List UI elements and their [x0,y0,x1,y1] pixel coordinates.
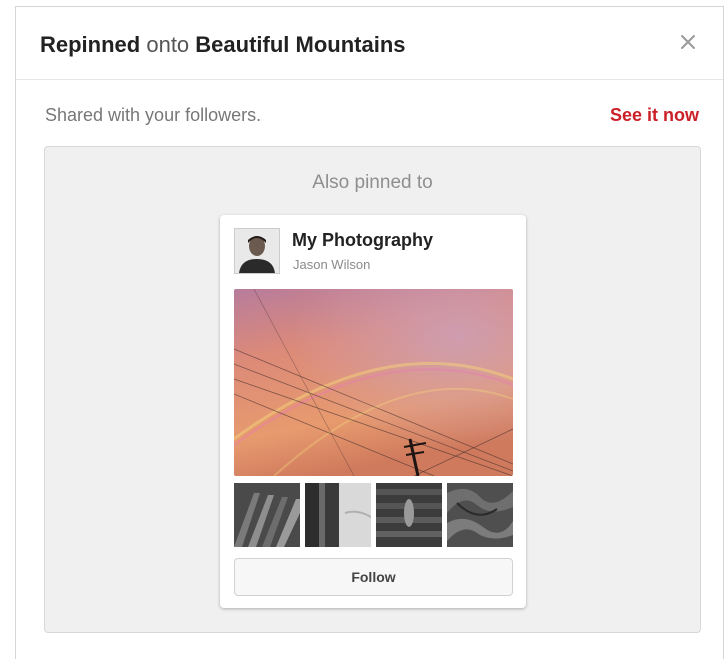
also-pinned-heading: Also pinned to [312,172,433,193]
close-icon[interactable] [675,29,701,55]
avatar-photo [235,229,279,273]
board-name[interactable]: My Photography [292,230,433,251]
close-button[interactable] [675,29,701,55]
board-thumbnail[interactable] [376,483,442,547]
avatar[interactable] [234,228,280,274]
thumbnail-photo [447,483,513,547]
board-card[interactable]: My Photography Jason Wilson Follow [220,215,526,608]
shared-status-row: Shared with your followers. See it now [16,80,723,148]
shared-message: Shared with your followers. [45,105,262,125]
modal-title-action: Repinned [40,32,141,57]
repin-confirmation-modal: Repinned onto Beautiful Mountains Shared… [15,6,724,659]
board-owner[interactable]: Jason Wilson [293,257,370,272]
follow-button[interactable]: Follow [234,558,513,596]
board-thumbnail[interactable] [447,483,513,547]
thumbnail-photo [305,483,371,547]
thumbnail-photo [234,483,300,547]
modal-header: Repinned onto Beautiful Mountains [16,7,723,80]
board-thumbnail[interactable] [234,483,300,547]
rainbow-photo [234,289,513,476]
board-thumbnail[interactable] [305,483,371,547]
modal-title: Repinned onto Beautiful Mountains [40,32,406,58]
modal-title-board[interactable]: Beautiful Mountains [195,32,405,57]
see-it-now-link[interactable]: See it now [610,105,699,126]
thumbnail-photo [376,483,442,547]
board-cover-image[interactable] [234,289,513,476]
also-pinned-panel: Also pinned to My Photography Jason Wils… [44,146,701,633]
modal-title-connector: onto [140,32,196,57]
